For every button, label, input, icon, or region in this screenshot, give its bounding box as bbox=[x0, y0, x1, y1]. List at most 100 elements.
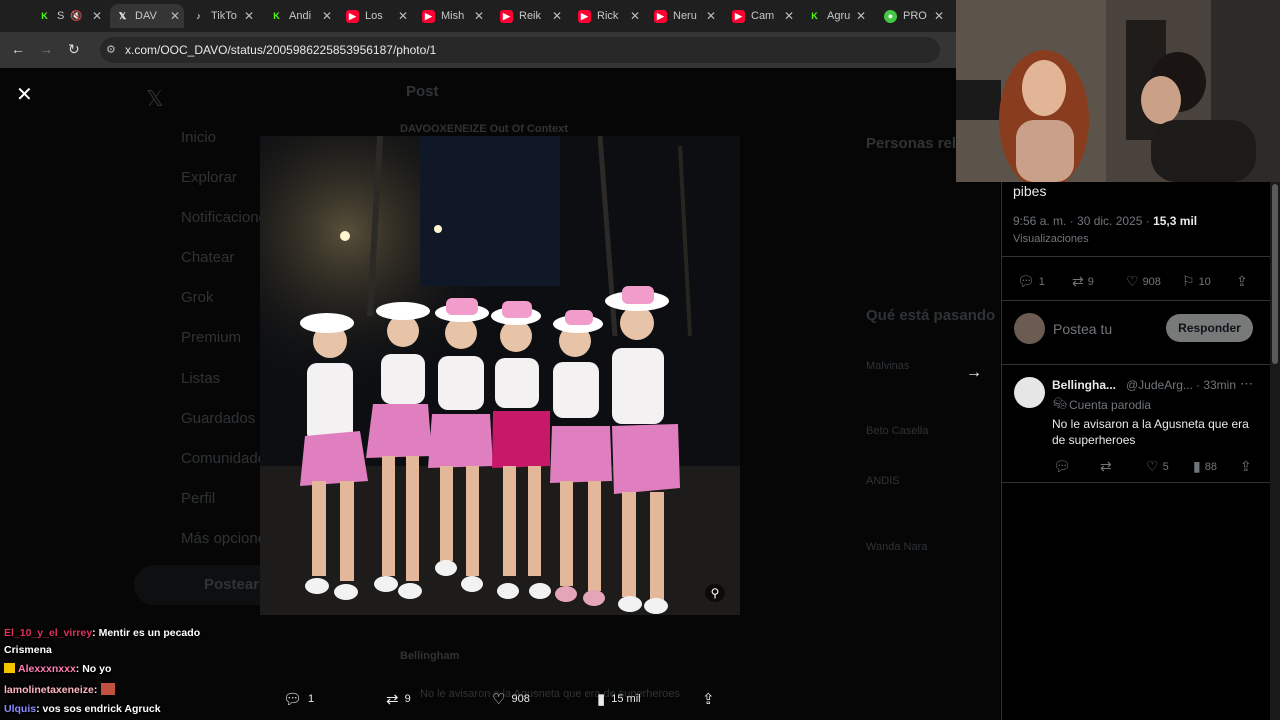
close-tab-icon[interactable]: ✕ bbox=[474, 9, 484, 23]
reply-icon: 💬︎ bbox=[1053, 458, 1071, 474]
dimmed-trend: Wanda Nara bbox=[866, 541, 928, 553]
post-repost-stat[interactable]: ⇄ 9 bbox=[1072, 273, 1094, 290]
kick-icon: K bbox=[273, 11, 280, 21]
post-text: pibes bbox=[1013, 183, 1047, 199]
browser-tab[interactable]: ▶ Cam ✕ bbox=[732, 4, 794, 28]
close-tab-icon[interactable]: ✕ bbox=[630, 9, 640, 23]
reply-share-stat[interactable]: ⇪ bbox=[1240, 458, 1252, 475]
close-tab-icon[interactable]: ✕ bbox=[934, 9, 944, 23]
photo-repost-action[interactable]: ⇄ 9 bbox=[386, 690, 411, 708]
close-media-icon[interactable]: ✕ bbox=[16, 82, 33, 107]
share-icon: ⇪ bbox=[702, 691, 715, 708]
youtube-icon: ▶ bbox=[578, 9, 591, 23]
close-tab-icon[interactable]: ✕ bbox=[856, 9, 866, 23]
dimmed-trend: Beto Casella bbox=[866, 425, 929, 437]
reply-handle[interactable]: @JudeArg... bbox=[1126, 378, 1193, 392]
nav-bookmarks: Guardados bbox=[181, 410, 256, 427]
close-tab-icon[interactable]: ✕ bbox=[170, 9, 180, 23]
webcam-overlay bbox=[956, 0, 1280, 182]
chat-message: Alexxxnxxx: No yo bbox=[4, 663, 111, 675]
browser-tab[interactable]: ▶ Los ✕ bbox=[346, 4, 408, 28]
reply-input[interactable]: Postea tu respuesta bbox=[1053, 320, 1153, 342]
reply-like-stat[interactable]: ♡ 5 bbox=[1146, 458, 1169, 475]
reply-button[interactable]: Responder bbox=[1166, 314, 1253, 342]
parody-badge: Cuenta parodia bbox=[1069, 398, 1152, 412]
url-field[interactable]: ⚙ x.com/OOC_DAVO/status/2005986225853956… bbox=[100, 37, 940, 63]
bookmark-icon: ⚐ bbox=[1182, 273, 1195, 289]
nav-explore: Explorar bbox=[181, 169, 237, 186]
dimmed-reply-text: No le avisaron a la Agusneta que era de … bbox=[420, 688, 680, 700]
photo-like-action[interactable]: ♡ 908 bbox=[492, 690, 530, 708]
browser-tab[interactable]: K Agru ✕ bbox=[808, 4, 866, 28]
browser-tab[interactable]: K S 🔇 ✕ bbox=[38, 4, 102, 28]
x-icon: 𝕏 bbox=[118, 10, 127, 21]
post-share-stat[interactable]: ⇪ bbox=[1236, 273, 1248, 290]
media-options-icon[interactable]: ⚲ bbox=[705, 584, 725, 602]
back-icon[interactable]: ← bbox=[11, 41, 25, 57]
avatar bbox=[1014, 313, 1045, 344]
youtube-icon: ▶ bbox=[732, 9, 745, 23]
panel-scrollbar[interactable] bbox=[1270, 182, 1280, 720]
post-bookmark-stat[interactable]: ⚐ 10 bbox=[1182, 273, 1211, 290]
nav-profile: Perfil bbox=[181, 490, 216, 507]
post-reply-stat[interactable]: 💬︎ 1 bbox=[1017, 273, 1045, 290]
post-timestamp: 9:56 a. m. · 30 dic. 2025 · 15,3 mil bbox=[1013, 214, 1198, 228]
share-icon: ⇪ bbox=[1236, 273, 1248, 289]
youtube-icon: ▶ bbox=[346, 9, 359, 23]
post-like-stat[interactable]: ♡ 908 bbox=[1126, 273, 1161, 290]
reply-views-stat[interactable]: ▮ 88 bbox=[1193, 458, 1217, 475]
forward-icon[interactable]: → bbox=[39, 41, 53, 57]
nav-premium: Premium bbox=[181, 329, 242, 346]
browser-tab[interactable]: ♪ TikTo ✕ bbox=[192, 4, 254, 28]
green-globe-icon: ● bbox=[884, 9, 897, 23]
repost-icon: ⇄ bbox=[1100, 458, 1112, 474]
reload-icon[interactable]: ↻ bbox=[68, 41, 80, 58]
share-icon: ⇪ bbox=[1240, 458, 1252, 474]
next-photo-icon[interactable]: → bbox=[966, 364, 982, 382]
kick-icon: K bbox=[811, 11, 818, 21]
close-tab-icon[interactable]: ✕ bbox=[784, 9, 794, 23]
reply-author-name[interactable]: Bellingha... bbox=[1052, 378, 1116, 392]
emote-icon bbox=[101, 683, 116, 695]
reply-reply-stat[interactable]: 💬︎ bbox=[1053, 458, 1075, 475]
browser-tab[interactable]: ▶ Rick ✕ bbox=[578, 4, 640, 28]
photo-views-action[interactable]: ▮ 15 mil bbox=[597, 690, 641, 708]
close-tab-icon[interactable]: ✕ bbox=[244, 9, 254, 23]
dimmed-post-header: Post bbox=[406, 83, 439, 100]
close-tab-icon[interactable]: ✕ bbox=[92, 9, 102, 23]
dimmed-trending-title: Qué está pasando bbox=[866, 307, 996, 324]
divider bbox=[1001, 256, 1270, 257]
browser-tab-active[interactable]: 𝕏 DAV ✕ bbox=[110, 4, 184, 28]
dimmed-reply-name: Bellingham bbox=[400, 650, 460, 662]
browser-tab[interactable]: ▶ Neru ✕ bbox=[654, 4, 716, 28]
kick-icon: K bbox=[41, 11, 48, 21]
youtube-icon: ▶ bbox=[422, 9, 435, 23]
reply-repost-stat[interactable]: ⇄ bbox=[1100, 458, 1116, 475]
close-tab-icon[interactable]: ✕ bbox=[552, 9, 562, 23]
more-options-icon[interactable]: ⋯ bbox=[1240, 376, 1253, 392]
views-icon: ▮ bbox=[1193, 458, 1201, 474]
webcam-image bbox=[956, 0, 1280, 182]
reply-avatar[interactable] bbox=[1014, 377, 1045, 408]
views-label: Visualizaciones bbox=[1013, 233, 1089, 245]
post-photo[interactable] bbox=[260, 136, 740, 615]
chat-message: El_10_y_el_virrey: Mentir es un pecado bbox=[4, 627, 201, 639]
browser-tab[interactable]: ● PRO ✕ bbox=[884, 4, 944, 28]
chat-message: Ulquis: vos sos endrick Agruck bbox=[4, 703, 161, 715]
scrollbar-thumb[interactable] bbox=[1272, 184, 1278, 364]
browser-tab[interactable]: ▶ Mish ✕ bbox=[422, 4, 484, 28]
mute-icon[interactable]: 🔇 bbox=[70, 11, 82, 22]
close-tab-icon[interactable]: ✕ bbox=[322, 9, 332, 23]
nav-lists: Listas bbox=[181, 370, 221, 387]
site-settings-icon[interactable]: ⚙ bbox=[106, 37, 116, 63]
views-icon: ▮ bbox=[597, 691, 606, 708]
chat-message: lamolinetaxeneize: bbox=[4, 683, 116, 696]
post-detail-panel bbox=[1001, 182, 1271, 720]
close-tab-icon[interactable]: ✕ bbox=[706, 9, 716, 23]
photo-reply-action[interactable]: 💬︎ 1 bbox=[283, 690, 314, 708]
dimmed-account: DAVOOXENEIZE Out Of Context bbox=[400, 123, 568, 135]
browser-tab[interactable]: K Andi ✕ bbox=[270, 4, 332, 28]
browser-tab[interactable]: ▶ Reik ✕ bbox=[500, 4, 562, 28]
photo-share-action[interactable]: ⇪ bbox=[702, 690, 715, 708]
close-tab-icon[interactable]: ✕ bbox=[398, 9, 408, 23]
